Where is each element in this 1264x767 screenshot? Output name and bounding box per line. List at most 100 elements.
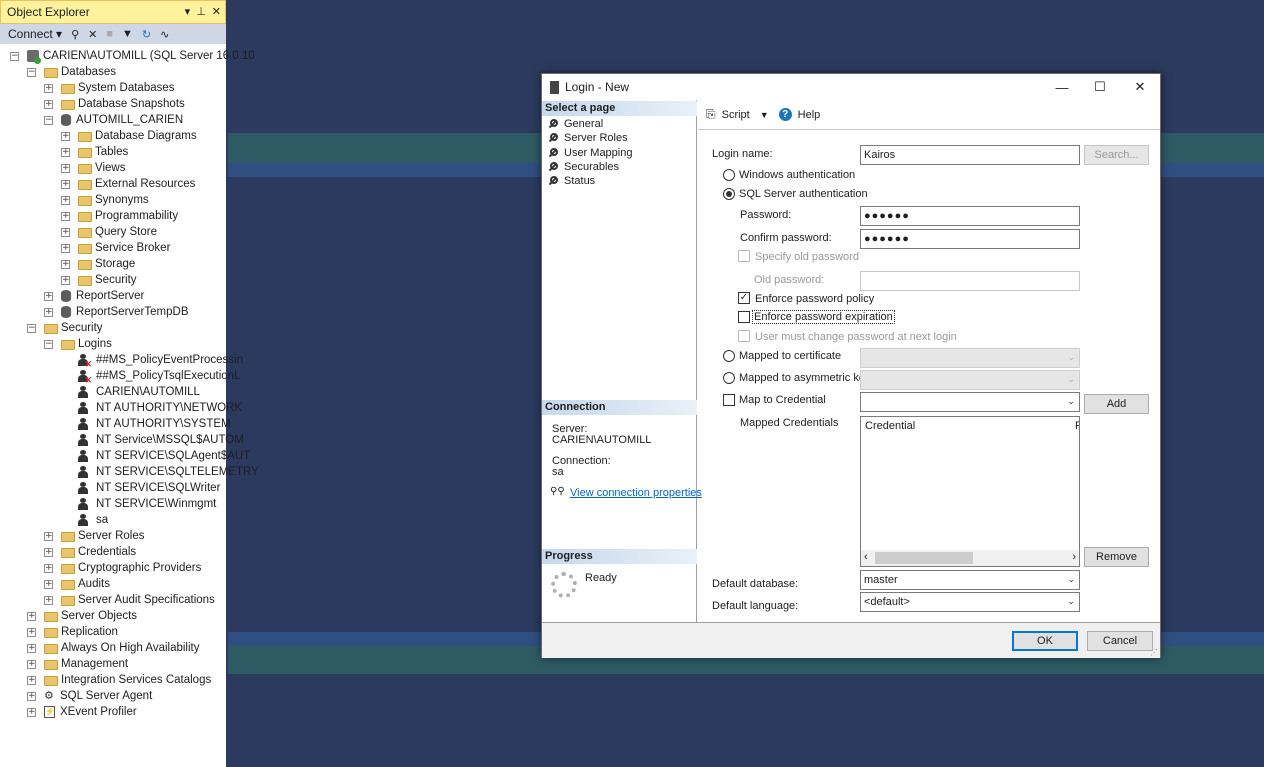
tree-node[interactable]: CARIEN\AUTOMILL xyxy=(61,384,200,400)
collapse-icon[interactable]: − xyxy=(44,339,53,349)
connect-plug-icon[interactable]: ⚲ xyxy=(71,28,79,41)
mapped-asymmetric-label[interactable]: Mapped to asymmetric key xyxy=(739,372,870,384)
tree-node[interactable]: + Views xyxy=(61,160,125,176)
specify-old-password-checkbox[interactable] xyxy=(738,250,750,262)
map-credential-label[interactable]: Map to Credential xyxy=(739,394,826,406)
expand-icon[interactable]: + xyxy=(44,547,53,557)
tree-node[interactable]: + Service Broker xyxy=(61,240,170,256)
expand-icon[interactable]: + xyxy=(27,675,36,685)
expand-icon[interactable]: + xyxy=(27,643,36,653)
windows-auth-label[interactable]: Windows authentication xyxy=(739,169,855,181)
old-password-input[interactable] xyxy=(860,271,1080,291)
tree-node[interactable]: + External Resources xyxy=(61,176,195,192)
tree-node[interactable]: − Databases xyxy=(27,64,116,80)
tree-node[interactable]: + ⚡ XEvent Profiler xyxy=(27,704,137,720)
credential-select[interactable]: ⌄ xyxy=(860,392,1080,412)
close-icon[interactable]: ✕ xyxy=(1120,74,1160,100)
password-input[interactable]: ●●●●●● xyxy=(860,206,1080,226)
tree-node[interactable]: + Tables xyxy=(61,144,128,160)
tree-node[interactable]: NT SERVICE\SQLAgent$AUT xyxy=(61,448,250,464)
disconnect-icon[interactable]: ✕ xyxy=(88,28,97,41)
script-dropdown-icon[interactable]: ▼ xyxy=(760,110,769,120)
expand-icon[interactable]: + xyxy=(27,627,36,637)
page-item-securables[interactable]: Securables xyxy=(548,160,619,174)
tree-node[interactable]: + Audits xyxy=(44,576,110,592)
pin-icon[interactable]: ⊥ xyxy=(196,5,206,18)
expand-icon[interactable]: + xyxy=(61,211,70,221)
mapped-certificate-label[interactable]: Mapped to certificate xyxy=(739,350,841,362)
tree-node[interactable]: + Storage xyxy=(61,256,135,272)
tree-node[interactable]: − Security xyxy=(27,320,103,336)
tree-node[interactable]: + ⚙ SQL Server Agent xyxy=(27,688,152,704)
add-button[interactable]: Add xyxy=(1084,394,1149,414)
tree-node[interactable]: + Server Objects xyxy=(27,608,137,624)
expand-icon[interactable]: + xyxy=(44,307,53,317)
expand-icon[interactable]: + xyxy=(27,691,36,701)
collapse-icon[interactable]: − xyxy=(27,323,36,333)
expand-icon[interactable]: + xyxy=(61,147,70,157)
close-icon[interactable]: ✕ xyxy=(212,5,221,18)
tree-node[interactable]: NT SERVICE\SQLTELEMETRY xyxy=(61,464,259,480)
view-connection-properties-link[interactable]: View connection properties xyxy=(570,487,702,499)
credential-column-header[interactable]: Credential xyxy=(865,420,915,432)
certificate-select[interactable]: ⌄ xyxy=(860,348,1080,368)
expand-icon[interactable]: + xyxy=(61,275,70,285)
enforce-policy-checkbox[interactable]: ✓ xyxy=(738,292,750,304)
tree-node[interactable]: − CARIEN\AUTOMILL (SQL Server 16.0.10 xyxy=(10,48,255,64)
windows-auth-radio[interactable] xyxy=(723,169,735,181)
expand-icon[interactable]: + xyxy=(44,579,53,589)
tree-node[interactable]: + Server Audit Specifications xyxy=(44,592,215,608)
cancel-button[interactable]: Cancel xyxy=(1087,631,1153,651)
collapse-icon[interactable]: − xyxy=(27,67,36,77)
tree-node[interactable]: NT AUTHORITY\SYSTEM xyxy=(61,416,231,432)
tree-node[interactable]: + Replication xyxy=(27,624,118,640)
mapped-credentials-grid[interactable]: Credential F ‹ › xyxy=(860,416,1080,567)
expand-icon[interactable]: + xyxy=(44,83,53,93)
expand-icon[interactable]: + xyxy=(27,611,36,621)
tree-node[interactable]: + Query Store xyxy=(61,224,157,240)
enforce-policy-label[interactable]: Enforce password policy xyxy=(755,293,874,305)
filter-icon[interactable]: ▼ xyxy=(122,28,133,40)
tree-node[interactable]: ✕ ##MS_PolicyTsqlExecutionL xyxy=(61,368,240,385)
tree-node[interactable]: + Cryptographic Providers xyxy=(44,560,201,576)
ok-button[interactable]: OK xyxy=(1012,631,1078,651)
collapse-icon[interactable]: − xyxy=(44,115,53,125)
tree-node[interactable]: ✕ ##MS_PolicyEventProcessin xyxy=(61,352,243,369)
expand-icon[interactable]: + xyxy=(44,531,53,541)
map-credential-checkbox[interactable] xyxy=(723,394,735,406)
tree-node[interactable]: + Server Roles xyxy=(44,528,144,544)
tree-node[interactable]: NT SERVICE\Winmgmt xyxy=(61,496,216,512)
connect-button[interactable]: Connect ▾ xyxy=(8,27,62,41)
tree-node[interactable]: + Database Diagrams xyxy=(61,128,197,144)
expand-icon[interactable]: + xyxy=(61,259,70,269)
expand-icon[interactable]: + xyxy=(61,227,70,237)
page-item-general[interactable]: General xyxy=(548,117,603,131)
mapped-certificate-radio[interactable] xyxy=(723,350,735,362)
grid-horizontal-scrollbar[interactable]: ‹ › xyxy=(861,550,1079,566)
tree-node[interactable]: NT AUTHORITY\NETWORK xyxy=(61,400,242,416)
expand-icon[interactable]: + xyxy=(61,243,70,253)
expand-icon[interactable]: + xyxy=(44,291,53,301)
tree-node[interactable]: − Logins xyxy=(44,336,112,352)
sql-auth-radio[interactable] xyxy=(723,188,735,200)
tree-node[interactable]: + Always On High Availability xyxy=(27,640,200,656)
tree-node[interactable]: + Integration Services Catalogs xyxy=(27,672,211,688)
dropdown-icon[interactable]: ▾ xyxy=(185,5,191,18)
tree-node[interactable]: + Security xyxy=(61,272,137,288)
script-icon[interactable]: ⎘ xyxy=(706,107,716,122)
minimize-icon[interactable]: — xyxy=(1042,74,1082,100)
provider-column-header[interactable]: F xyxy=(1075,420,1079,432)
expand-icon[interactable]: + xyxy=(61,163,70,173)
expand-icon[interactable]: + xyxy=(27,707,36,717)
tree-node[interactable]: sa xyxy=(61,512,108,528)
expand-icon[interactable]: + xyxy=(44,99,53,109)
resize-grip-icon[interactable]: ⋰ xyxy=(1150,648,1158,657)
tree-node[interactable]: + Synonyms xyxy=(61,192,149,208)
refresh-icon[interactable]: ↻ xyxy=(142,28,151,41)
tree-node[interactable]: NT SERVICE\SQLWriter xyxy=(61,480,220,496)
confirm-password-input[interactable]: ●●●●●● xyxy=(860,229,1080,249)
asymmetric-key-select[interactable]: ⌄ xyxy=(860,370,1080,390)
page-item-status[interactable]: Status xyxy=(548,174,595,188)
tree-node[interactable]: + System Databases xyxy=(44,80,175,96)
expand-icon[interactable]: + xyxy=(44,563,53,573)
